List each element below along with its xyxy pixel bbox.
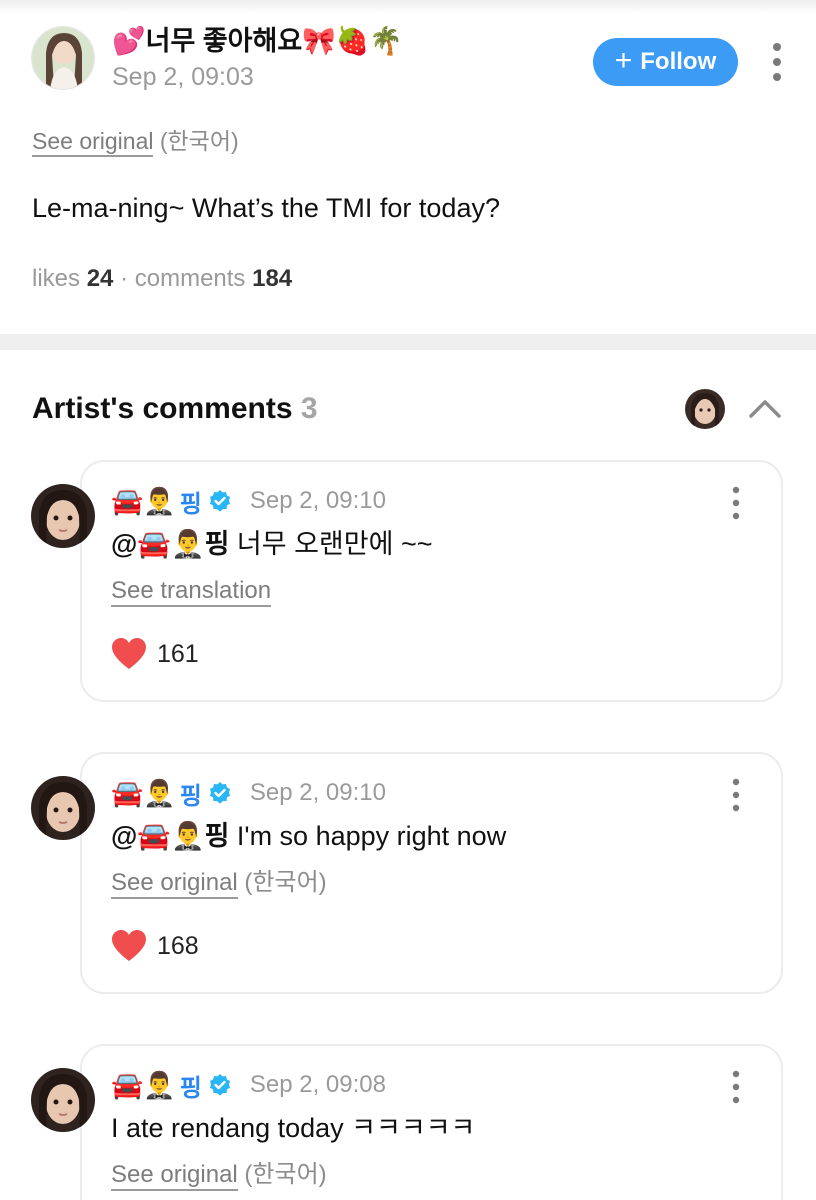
post-author-name[interactable]: 💕너무 좋아해요🎀🍓🌴 — [112, 22, 403, 60]
see-original-link[interactable]: See original — [111, 869, 238, 899]
comment-translation-line: See translation — [111, 574, 272, 608]
comment-body: I ate rendang today ㅋㅋㅋㅋㅋ — [111, 1113, 476, 1143]
see-original-link[interactable]: See original — [32, 128, 154, 157]
follow-button[interactable]: + Follow — [593, 38, 738, 86]
comment-header: 🚘🤵‍♂️ 핑 Sep 2, 09:08 — [111, 1065, 386, 1105]
comment-original-line: See original (한국어) — [111, 866, 327, 900]
section-divider — [0, 334, 816, 350]
artist-comments-label: Artist's comments — [32, 392, 293, 425]
comment-header: 🚘🤵‍♂️ 핑 Sep 2, 09:10 — [111, 481, 386, 521]
comment-avatar[interactable] — [31, 484, 95, 548]
comments-count[interactable]: 184 — [252, 265, 292, 292]
comment-author-name[interactable]: 핑 — [180, 1068, 202, 1103]
vertical-dots-icon[interactable] — [765, 40, 789, 86]
heart-icon[interactable] — [111, 638, 147, 670]
post-author-avatar[interactable] — [31, 26, 95, 90]
comment-body: 너무 오랜만에 ~~ — [229, 529, 433, 559]
comment-author-name[interactable]: 핑 — [180, 484, 202, 519]
comment-likes[interactable]: 168 — [111, 930, 199, 962]
artist-comments-title: Artist's comments 3 — [32, 388, 318, 430]
comment-author-name[interactable]: 핑 — [180, 776, 202, 811]
verified-check-icon — [209, 782, 230, 804]
likes-label: likes — [32, 265, 81, 292]
verified-check-icon — [209, 490, 230, 512]
like-count: 168 — [157, 931, 199, 960]
comment-avatar[interactable] — [31, 1068, 95, 1132]
see-original-line: See original (한국어) — [32, 124, 239, 158]
vertical-dots-icon[interactable] — [726, 776, 746, 816]
post-body-text: Le-ma-ning~ What’s the TMI for today? — [32, 193, 500, 223]
comment-original-line: See original (한국어) — [111, 1158, 327, 1192]
stats-separator: · — [120, 265, 129, 292]
language-label: (한국어) — [244, 1161, 327, 1188]
verified-check-icon — [209, 1074, 230, 1096]
comment-author-emoji: 🚘🤵‍♂️ — [111, 486, 176, 516]
comment-item: 🚘🤵‍♂️ 핑 Sep 2, 09:10 @🚘🤵‍♂️핑 너무 오랜만에 ~~ … — [0, 460, 816, 705]
comment-author-emoji: 🚘🤵‍♂️ — [111, 778, 176, 808]
heart-icon[interactable] — [111, 930, 147, 962]
comment-text: I ate rendang today ㅋㅋㅋㅋㅋ — [111, 1108, 475, 1148]
comment-body: I'm so happy right now — [229, 821, 507, 851]
vertical-dots-icon[interactable] — [726, 1068, 746, 1108]
see-original-link[interactable]: See original — [111, 1161, 238, 1191]
comment-avatar[interactable] — [31, 776, 95, 840]
comment-likes[interactable]: 161 — [111, 638, 199, 670]
top-shade — [0, 0, 816, 14]
comment-text: @🚘🤵‍♂️핑 너무 오랜만에 ~~ — [111, 524, 433, 564]
follow-label: Follow — [640, 48, 717, 75]
comment-item: 🚘🤵‍♂️ 핑 Sep 2, 09:10 @🚘🤵‍♂️핑 I'm so happ… — [0, 752, 816, 997]
see-translation-link[interactable]: See translation — [111, 577, 272, 607]
like-count: 161 — [157, 639, 199, 668]
artist-avatar[interactable] — [685, 389, 725, 429]
comment-timestamp: Sep 2, 09:08 — [249, 1071, 386, 1098]
comment-timestamp: Sep 2, 09:10 — [249, 487, 386, 514]
post-timestamp: Sep 2, 09:03 — [112, 63, 254, 91]
comment-mention[interactable]: @🚘🤵‍♂️핑 — [111, 821, 229, 851]
comment-header: 🚘🤵‍♂️ 핑 Sep 2, 09:10 — [111, 773, 386, 813]
comment-timestamp: Sep 2, 09:10 — [249, 779, 386, 806]
language-label: (한국어) — [244, 869, 327, 896]
likes-count: 24 — [86, 265, 114, 292]
comment-text: @🚘🤵‍♂️핑 I'm so happy right now — [111, 816, 506, 856]
comment-mention[interactable]: @🚘🤵‍♂️핑 — [111, 529, 229, 559]
comment-item: 🚘🤵‍♂️ 핑 Sep 2, 09:08 I ate rendang today… — [0, 1044, 816, 1200]
chevron-up-icon[interactable] — [747, 396, 783, 420]
post-stats: likes 24 · comments 184 — [32, 262, 292, 296]
plus-icon: + — [614, 43, 633, 77]
artist-comments-count: 3 — [300, 392, 318, 425]
comment-author-emoji: 🚘🤵‍♂️ — [111, 1070, 176, 1100]
language-label: (한국어) — [159, 128, 239, 154]
vertical-dots-icon[interactable] — [726, 484, 746, 524]
comments-label[interactable]: comments — [135, 265, 246, 292]
